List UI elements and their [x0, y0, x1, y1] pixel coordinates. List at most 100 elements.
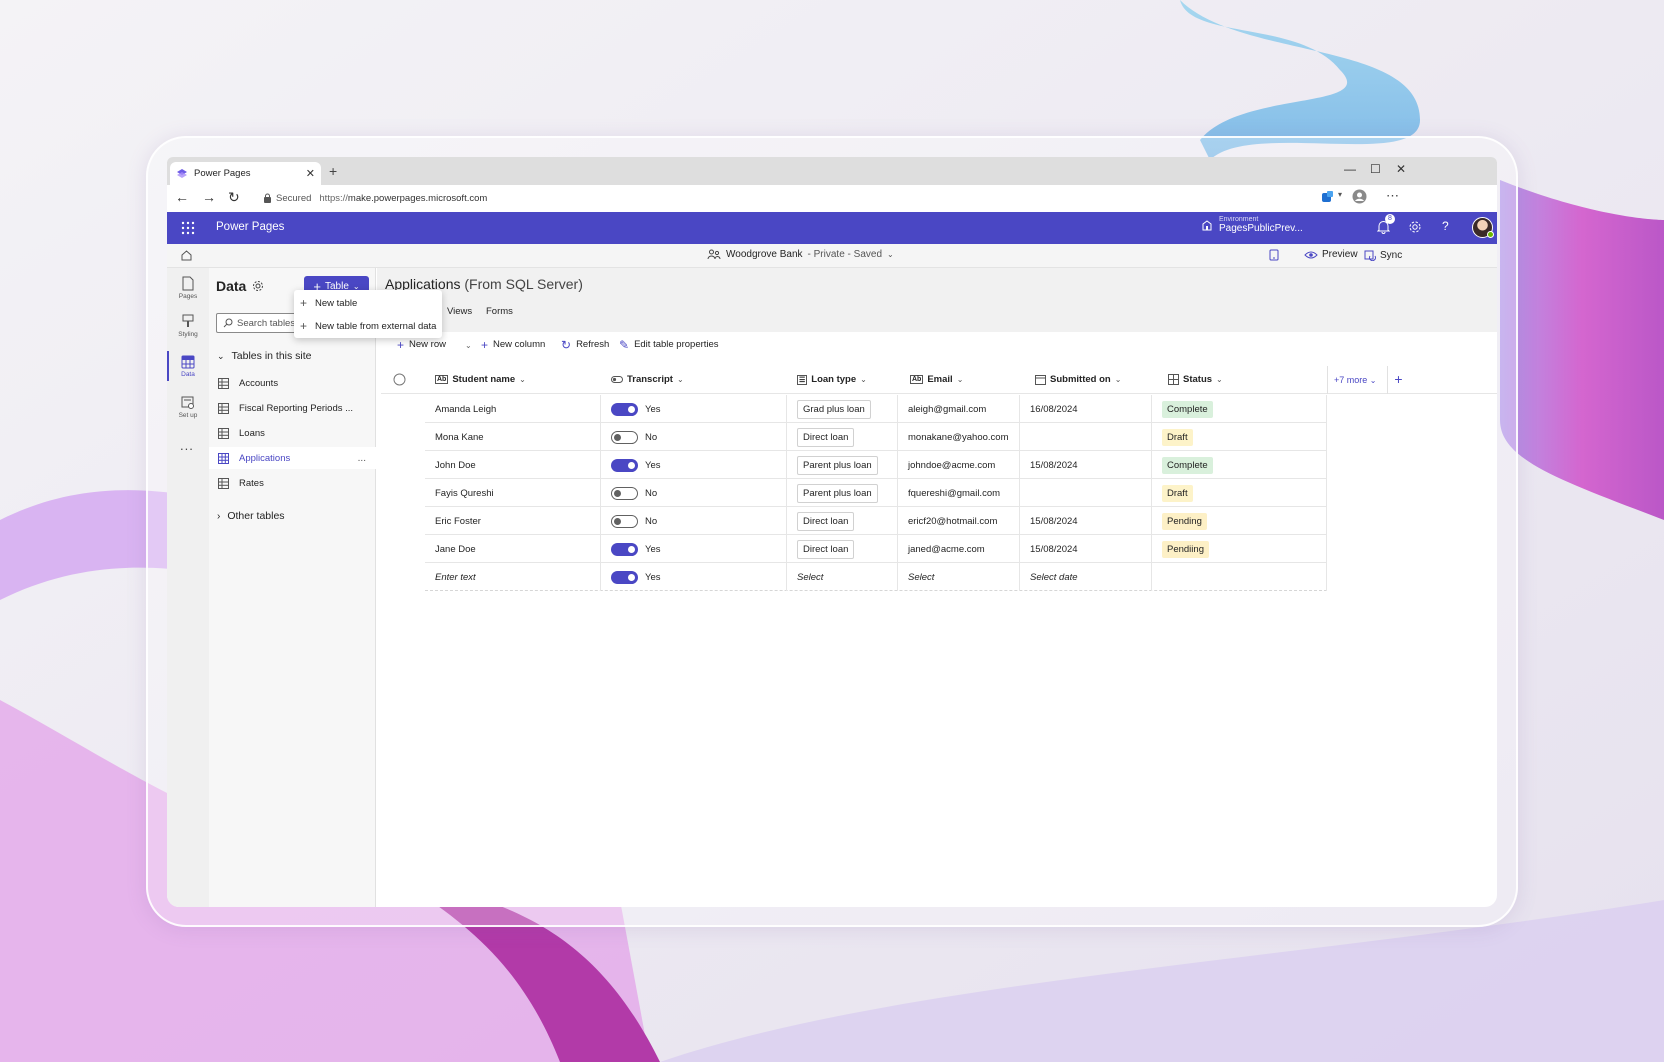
cell-transcript[interactable]: Yes	[601, 395, 787, 423]
cell-submitted[interactable]: Select date	[1020, 563, 1152, 591]
cell-name[interactable]: John Doe	[425, 451, 601, 479]
cell-status[interactable]	[1152, 563, 1327, 591]
column-header-submitted-on[interactable]: Submitted on ⌄	[1035, 374, 1121, 385]
cell-transcript[interactable]: Yes	[601, 535, 787, 563]
column-header-status[interactable]: Status ⌄	[1168, 374, 1223, 385]
more-icon[interactable]: ...	[180, 438, 194, 453]
cell-email[interactable]: janed@acme.com	[898, 535, 1020, 563]
reload-icon[interactable]: ↻	[228, 189, 240, 206]
more-columns-button[interactable]: +7 more ⌄	[1327, 366, 1383, 394]
cell-submitted[interactable]: 15/08/2024	[1020, 535, 1152, 563]
profile-icon[interactable]	[1352, 189, 1367, 204]
home-icon[interactable]	[180, 249, 193, 262]
cell-email[interactable]: fquereshi@gmail.com	[898, 479, 1020, 507]
cell-loan[interactable]: Select	[787, 563, 898, 591]
column-header-email[interactable]: Ab Email ⌄	[910, 374, 963, 385]
cell-name[interactable]: Eric Foster	[425, 507, 601, 535]
column-header-transcript[interactable]: Transcript ⌄	[611, 374, 684, 385]
cell-loan[interactable]: Parent plus loan	[787, 451, 898, 479]
cell-status[interactable]: Complete	[1152, 395, 1327, 423]
app-launcher-icon[interactable]	[181, 221, 195, 235]
cell-submitted[interactable]: 16/08/2024	[1020, 395, 1152, 423]
extension-dropdown-icon[interactable]: ▾	[1338, 190, 1342, 199]
cell-loan[interactable]: Grad plus loan	[787, 395, 898, 423]
section-other-tables[interactable]: › Other tables	[217, 510, 285, 522]
browser-tab[interactable]: Power Pages ✕	[170, 162, 321, 185]
help-icon[interactable]: ?	[1442, 219, 1449, 233]
cell-submitted[interactable]: 15/08/2024	[1020, 451, 1152, 479]
rail-item-data[interactable]: Data	[167, 351, 209, 381]
cell-status[interactable]: Pendiing	[1152, 535, 1327, 563]
edit-table-properties-button[interactable]: ✎ Edit table properties	[619, 339, 719, 351]
back-icon[interactable]: ←	[175, 189, 189, 205]
settings-icon[interactable]	[1408, 220, 1422, 234]
section-tables-in-site[interactable]: ⌄ Tables in this site	[217, 350, 312, 362]
toggle-on[interactable]	[611, 458, 638, 472]
table-item-applications[interactable]: Applications ...	[209, 447, 376, 469]
device-icon[interactable]	[1269, 249, 1279, 261]
cell-status[interactable]: Draft	[1152, 423, 1327, 451]
toggle-off[interactable]	[611, 430, 638, 444]
toggle-off[interactable]	[611, 486, 638, 500]
cell-loan[interactable]: Direct loan	[787, 423, 898, 451]
environment-picker[interactable]: Environment PagesPublicPrev...	[1201, 216, 1303, 234]
close-window-icon[interactable]: ✕	[1396, 162, 1406, 176]
cell-loan[interactable]: Parent plus loan	[787, 479, 898, 507]
cell-status[interactable]: Complete	[1152, 451, 1327, 479]
cell-submitted[interactable]: 15/08/2024	[1020, 507, 1152, 535]
tab-views[interactable]: Views	[447, 306, 472, 317]
column-header-loan-type[interactable]: ☰ Loan type ⌄	[797, 374, 867, 385]
cell-transcript[interactable]: No	[601, 479, 787, 507]
toggle-on[interactable]	[611, 542, 638, 556]
cell-status[interactable]: Pending	[1152, 507, 1327, 535]
add-column-icon[interactable]: +	[1387, 366, 1409, 394]
cell-email[interactable]: monakane@yahoo.com	[898, 423, 1020, 451]
site-selector[interactable]: Woodgrove Bank - Private - Saved ⌄	[707, 249, 894, 260]
cell-email[interactable]: ericf20@hotmail.com	[898, 507, 1020, 535]
select-all-checkbox[interactable]	[393, 373, 406, 386]
menu-item-new-table[interactable]: + New table	[300, 296, 357, 310]
toggle-on[interactable]	[611, 570, 638, 584]
table-item-rates[interactable]: Rates	[209, 472, 376, 494]
user-avatar[interactable]	[1472, 217, 1494, 238]
rail-item-setup[interactable]: Set up	[167, 396, 209, 419]
cell-name[interactable]: Jane Doe	[425, 535, 601, 563]
cell-loan[interactable]: Direct loan	[787, 535, 898, 563]
table-more-icon[interactable]: ...	[358, 453, 366, 464]
table-item-loans[interactable]: Loans	[209, 422, 376, 444]
cell-name[interactable]: Amanda Leigh	[425, 395, 601, 423]
toggle-off[interactable]	[611, 514, 638, 528]
cell-transcript[interactable]: Yes	[601, 563, 787, 591]
search-tables-input[interactable]: Search tables	[216, 313, 304, 333]
cell-email[interactable]: aleigh@gmail.com	[898, 395, 1020, 423]
new-tab-icon[interactable]: +	[329, 163, 337, 179]
maximize-icon[interactable]: ☐	[1370, 162, 1381, 176]
table-item-accounts[interactable]: Accounts	[209, 372, 376, 394]
toggle-on[interactable]	[611, 402, 638, 416]
gear-icon[interactable]	[252, 280, 264, 292]
menu-item-new-table-external[interactable]: + New table from external data	[300, 319, 436, 333]
browser-menu-icon[interactable]: ⋯	[1386, 188, 1399, 204]
new-row-dropdown-icon[interactable]: ⌄	[465, 341, 472, 350]
cell-submitted[interactable]	[1020, 423, 1152, 451]
new-column-button[interactable]: + New column	[481, 339, 545, 351]
cell-name[interactable]: Mona Kane	[425, 423, 601, 451]
cell-submitted[interactable]	[1020, 479, 1152, 507]
minimize-icon[interactable]: —	[1344, 162, 1356, 176]
cell-name[interactable]: Fayis Qureshi	[425, 479, 601, 507]
refresh-button[interactable]: ↻ Refresh	[561, 339, 609, 351]
rail-item-pages[interactable]: Pages	[167, 276, 209, 300]
cell-loan[interactable]: Direct loan	[787, 507, 898, 535]
cell-transcript[interactable]: Yes	[601, 451, 787, 479]
tab-forms[interactable]: Forms	[486, 306, 513, 317]
new-row-button[interactable]: + New row	[397, 339, 446, 351]
cell-status[interactable]: Draft	[1152, 479, 1327, 507]
cell-transcript[interactable]: No	[601, 507, 787, 535]
cell-email[interactable]: johndoe@acme.com	[898, 451, 1020, 479]
cell-name[interactable]: Enter text	[425, 563, 601, 591]
rail-item-styling[interactable]: Styling	[167, 314, 209, 338]
table-item-fiscal-reporting-periods[interactable]: Fiscal Reporting Periods ...	[209, 397, 376, 419]
preview-button[interactable]: Preview	[1304, 249, 1358, 260]
sync-button[interactable]: Sync	[1364, 249, 1402, 261]
column-header-student-name[interactable]: Ab Student name ⌄	[435, 374, 526, 385]
